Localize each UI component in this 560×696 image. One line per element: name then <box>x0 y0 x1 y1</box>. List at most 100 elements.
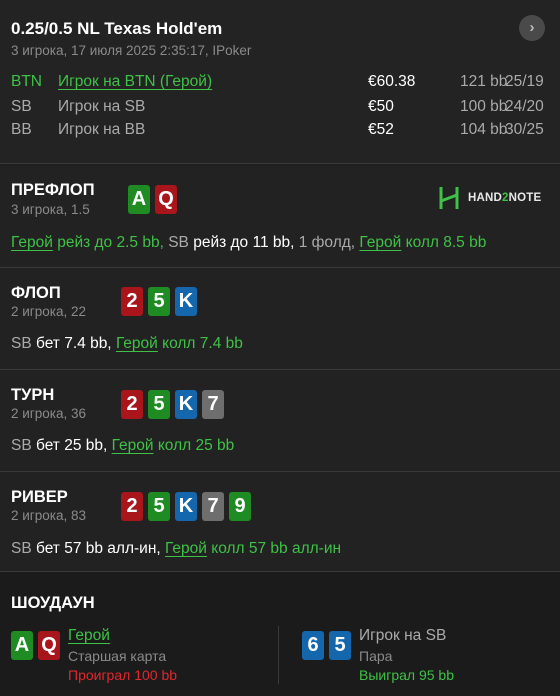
chevron-right-icon[interactable]: › <box>519 15 545 41</box>
showdown-hero: AQ Герой Старшая карта Проиграл 100 bb <box>11 627 271 687</box>
villain-hand-rank: Пара <box>359 648 393 664</box>
street-title: ТУРН <box>11 386 55 404</box>
game-title: 0.25/0.5 NL Texas Hold'em <box>11 19 223 38</box>
showdown-divider <box>278 626 279 684</box>
hero-name-link[interactable]: Герой <box>112 437 154 454</box>
action-text: колл 7.4 bb <box>162 335 243 352</box>
player-stack-bb: 100 bb <box>460 98 508 115</box>
playing-card: 6 <box>302 631 324 660</box>
playing-card: 9 <box>229 492 251 521</box>
action-text: бет 57 bb алл-ин, <box>36 540 161 557</box>
action-text: колл 25 bb <box>157 437 235 454</box>
player-row-sb: SB Игрок на SB €50 100 bb · 24/20 <box>0 98 560 120</box>
logo-text-hand: HAND <box>468 192 503 204</box>
street-actions: SB бет 7.4 bb, Герой колл 7.4 bb <box>11 335 243 353</box>
playing-card: 7 <box>202 492 224 521</box>
street-players-pot: 2 игрока, 36 <box>11 406 86 421</box>
street-river: РИВЕР 2 игрока, 83 25K79 SB бет 57 bb ал… <box>0 472 560 572</box>
showdown-title: ШОУДАУН <box>11 594 95 612</box>
hero-result: Проиграл 100 bb <box>68 667 178 683</box>
player-stack: €52 <box>368 121 394 138</box>
villain-name: Игрок на SB <box>359 627 447 644</box>
separator-dot: · <box>489 98 495 115</box>
action-text: колл 8.5 bb <box>405 234 487 251</box>
action-text: бет 25 bb, <box>36 437 108 454</box>
hero-hole-cards: AQ <box>128 185 177 214</box>
street-title: ФЛОП <box>11 284 61 302</box>
street-players-pot: 2 игрока, 22 <box>11 304 86 319</box>
player-stack-bb: 104 bb <box>460 121 508 138</box>
player-name: Игрок на SB <box>58 98 146 115</box>
playing-card: 5 <box>148 390 170 419</box>
player-name: Игрок на BB <box>58 121 146 138</box>
player-stats: 25/19 <box>505 73 544 90</box>
playing-card: 5 <box>329 631 351 660</box>
player-stack: €60.38 <box>368 73 416 90</box>
playing-card: K <box>175 287 197 316</box>
board-cards: 25K7 <box>121 390 224 419</box>
action-text: рейз до 11 bb, <box>193 234 295 251</box>
playing-card: Q <box>155 185 177 214</box>
villain-showdown-cards: 65 <box>302 631 351 660</box>
hero-showdown-cards: AQ <box>11 631 60 660</box>
playing-card: 5 <box>148 287 170 316</box>
player-name-link[interactable]: Игрок на BTN (Герой) <box>58 73 212 91</box>
street-title: РИВЕР <box>11 488 68 506</box>
street-flop: ФЛОП 2 игрока, 22 25K SB бет 7.4 bb, Гер… <box>0 268 560 370</box>
playing-card: K <box>175 390 197 419</box>
player-stats: 24/20 <box>505 98 544 115</box>
game-subtitle: 3 игрока, 17 июля 2025 2:35:17, IPoker <box>11 43 252 58</box>
playing-card: A <box>11 631 33 660</box>
player-stack-bb: 121 bb <box>460 73 508 90</box>
player-position-label: SB <box>11 335 32 352</box>
player-row-btn: BTN Игрок на BTN (Герой) €60.38 121 bb ·… <box>0 73 560 95</box>
street-actions: SB бет 25 bb, Герой колл 25 bb <box>11 437 234 455</box>
playing-card: 2 <box>121 492 143 521</box>
playing-card: K <box>175 492 197 521</box>
hand2note-logo-icon <box>439 187 459 209</box>
player-row-bb: BB Игрок на BB €52 104 bb · 30/25 <box>0 121 560 143</box>
fold-summary: 1 фолд, <box>298 234 356 251</box>
separator-dot: · <box>489 121 495 138</box>
logo-text-note: NOTE <box>508 192 542 204</box>
street-players-pot: 3 игрока, 1.5 <box>11 202 90 217</box>
hand-header: 0.25/0.5 NL Texas Hold'em 3 игрока, 17 и… <box>0 0 560 164</box>
hand-history-panel: 0.25/0.5 NL Texas Hold'em 3 игрока, 17 и… <box>0 0 560 696</box>
playing-card: 7 <box>202 390 224 419</box>
playing-card: 5 <box>148 492 170 521</box>
player-position-label: SB <box>11 437 32 454</box>
hero-name-link[interactable]: Герой <box>116 335 158 352</box>
street-actions: SB бет 57 bb алл-ин, Герой колл 57 bb ал… <box>11 540 341 558</box>
action-text: бет 7.4 bb, <box>36 335 112 352</box>
hero-name-link[interactable]: Герой <box>11 234 53 251</box>
player-stack: €50 <box>368 98 394 115</box>
showdown-villain: 65 Игрок на SB Пара Выиграл 95 bb <box>302 627 552 687</box>
playing-card: A <box>128 185 150 214</box>
player-stats: 30/25 <box>505 121 544 138</box>
hero-name-link[interactable]: Герой <box>68 627 110 645</box>
villain-result: Выиграл 95 bb <box>359 667 454 683</box>
street-turn: ТУРН 2 игрока, 36 25K7 SB бет 25 bb, Гер… <box>0 370 560 472</box>
showdown-section: ШОУДАУН AQ Герой Старшая карта Проиграл … <box>0 572 560 696</box>
logo-text-two: 2 <box>502 192 509 204</box>
board-cards: 25K79 <box>121 492 251 521</box>
street-actions: Герой рейз до 2.5 bb, SB рейз до 11 bb, … <box>11 234 486 252</box>
hero-name-link[interactable]: Герой <box>165 540 207 557</box>
hand2note-logo: HAND2NOTE <box>438 186 541 210</box>
separator-dot: · <box>489 73 495 90</box>
logo-text: HAND2NOTE <box>468 192 541 204</box>
street-title: ПРЕФЛОП <box>11 181 95 199</box>
board-cards: 25K <box>121 287 197 316</box>
player-position: BTN <box>11 73 42 90</box>
player-position: SB <box>11 98 32 115</box>
action-text: колл 57 bb алл-ин <box>211 540 342 557</box>
player-position: BB <box>11 121 32 138</box>
playing-card: 2 <box>121 390 143 419</box>
street-preflop: ПРЕФЛОП 3 игрока, 1.5 AQ Герой рейз до 2… <box>0 165 560 268</box>
player-position-label: SB <box>11 540 32 557</box>
playing-card: 2 <box>121 287 143 316</box>
action-text: рейз до 2.5 bb, <box>57 234 164 251</box>
hero-hand-rank: Старшая карта <box>68 648 167 664</box>
street-players-pot: 2 игрока, 83 <box>11 508 86 523</box>
hero-name-link[interactable]: Герой <box>359 234 401 251</box>
